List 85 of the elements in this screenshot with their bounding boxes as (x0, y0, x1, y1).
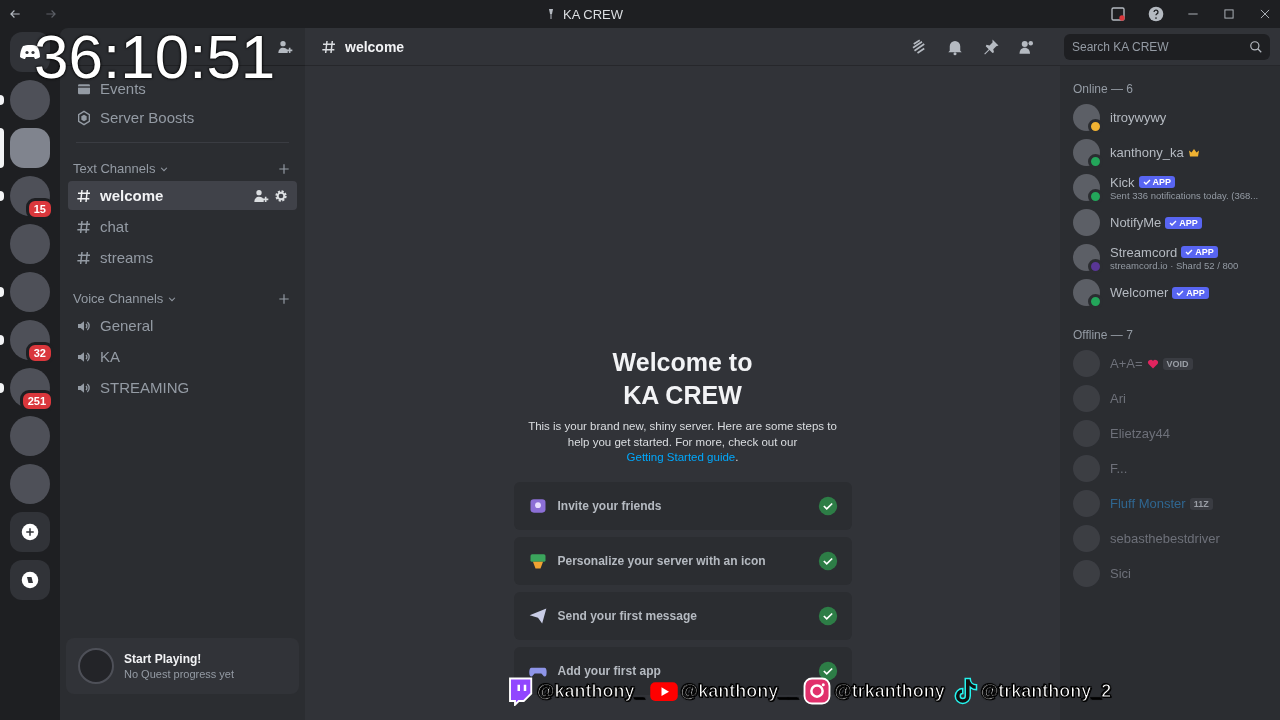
channel-item[interactable]: STREAMING (68, 373, 297, 402)
member-name[interactable]: itroywywy (1110, 110, 1167, 125)
guild-tag: VOID (1162, 357, 1193, 370)
avatar-icon[interactable] (1073, 279, 1100, 306)
mention-count: 32 (25, 342, 54, 364)
check-icon (1176, 288, 1185, 297)
add-channel-icon (277, 161, 291, 176)
check-icon (1142, 178, 1151, 186)
window-title: KA CREW (563, 6, 623, 22)
compass-icon (21, 571, 39, 589)
unread-indicator (0, 95, 4, 105)
avatar-icon[interactable] (1073, 139, 1100, 166)
member-activity: streamcord.io · Shard 52 / 800 (1110, 259, 1239, 271)
channel-title: welcome (345, 38, 405, 55)
member-name[interactable]: F... (1110, 461, 1128, 476)
channel-item[interactable]: streams (68, 243, 297, 272)
welcome-text: This is your brand new, shiny server. Here are some steps to help you get started. For more, check out our Getting Started guide. (527, 419, 838, 466)
social-handle: @trkanthony_2 (980, 680, 1112, 702)
search-icon (1249, 39, 1263, 54)
avatar-icon[interactable] (1073, 104, 1100, 131)
quest-title: Start Playing! (124, 652, 203, 666)
setup-step[interactable]: Invite your friends (513, 481, 852, 530)
add-server-button[interactable] (10, 512, 50, 552)
member-activity: Sent 336 notifications today. (368... (1110, 189, 1259, 201)
quest-avatar-icon (78, 648, 114, 684)
add-channel-icon (277, 291, 291, 306)
maximize-icon (1222, 7, 1236, 21)
inbox-icon (1110, 6, 1126, 22)
member-name[interactable]: Elietzay44 (1110, 426, 1170, 441)
member-name[interactable]: Kick (1110, 174, 1135, 190)
check-icon (1185, 248, 1194, 256)
help-icon (1148, 6, 1164, 22)
status-dot (1088, 119, 1103, 134)
invite-icon (277, 38, 293, 55)
selected-indicator (0, 128, 4, 168)
member-name[interactable]: Ari (1110, 391, 1126, 406)
boost-gem-icon (76, 109, 92, 126)
app-tag: APP (1138, 176, 1176, 188)
quest-subtitle: No Quest progress yet (124, 668, 235, 680)
unread-indicator (0, 287, 4, 297)
member-group-title: Offline — 7 (1072, 327, 1134, 344)
category-header[interactable]: Voice Channels (73, 291, 164, 306)
search-field[interactable]: Search KA CREW (1064, 33, 1270, 60)
member-name[interactable]: Streamcord (1110, 244, 1178, 260)
member-group-title: Online — 6 (1072, 81, 1135, 98)
hash-icon (76, 249, 92, 266)
sidebar-item[interactable]: Server Boosts (68, 103, 297, 132)
mention-count: 15 (25, 198, 54, 220)
unread-indicator (0, 383, 4, 393)
member-name[interactable]: kanthony_ka (1110, 145, 1184, 160)
quest-card[interactable]: Start Playing! No Quest progress yet (66, 638, 299, 694)
app-tag: APP (1165, 216, 1202, 229)
pin-icon (982, 37, 1000, 56)
member-name[interactable]: Welcomer (1110, 285, 1169, 300)
camera-icon (802, 676, 833, 706)
member-name[interactable]: A+A= (1110, 356, 1143, 371)
channel-item[interactable]: welcome (68, 181, 297, 210)
welcome-title: Welcome to KA CREW (611, 347, 754, 411)
member-name[interactable]: NotifyMe (1110, 215, 1162, 230)
channel-item[interactable]: General (68, 311, 297, 340)
app-tag: APP (1172, 286, 1209, 299)
setup-step[interactable]: Personalize your server with an icon (513, 536, 852, 585)
hash-icon (76, 187, 92, 204)
discover-button[interactable] (10, 560, 50, 600)
app-tag: APP (1181, 246, 1218, 258)
add-member-icon (253, 187, 269, 204)
channel-hash-icon (321, 38, 337, 55)
back-arrow-icon (8, 7, 22, 21)
avatar-icon[interactable] (1073, 174, 1100, 201)
add-icon (21, 523, 39, 541)
channel-item[interactable]: KA (68, 342, 297, 371)
check-icon (1169, 218, 1178, 227)
threads-icon (910, 37, 928, 56)
setup-step[interactable]: Send your first message (513, 591, 852, 640)
member-name[interactable]: Sici (1110, 566, 1131, 581)
close-icon (1258, 7, 1272, 21)
unread-indicator (0, 191, 4, 201)
unread-indicator (0, 335, 4, 345)
category-header[interactable]: Text Channels (73, 161, 156, 176)
guild-tag: 11Z (1189, 497, 1213, 510)
member-name[interactable]: sebasthebestdriver (1110, 531, 1220, 546)
channel-item[interactable]: chat (68, 212, 297, 241)
mention-count: 251 (19, 390, 54, 412)
hash-icon (76, 218, 92, 235)
guide-link[interactable]: Getting Started guide (626, 451, 736, 464)
